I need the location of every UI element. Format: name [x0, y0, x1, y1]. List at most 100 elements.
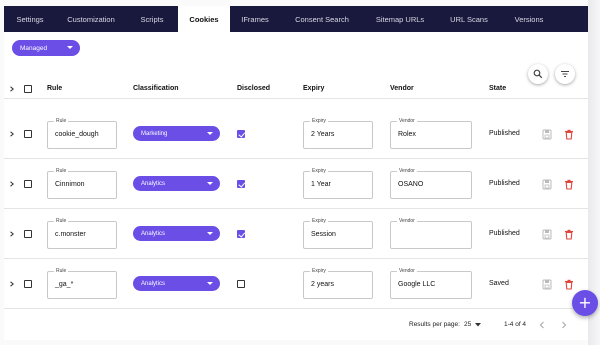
state-text: Published [489, 230, 520, 237]
save-icon[interactable] [542, 279, 552, 290]
chevron-right-icon[interactable] [9, 281, 15, 287]
rule-field[interactable]: Rule _ga_* [47, 268, 117, 299]
tab-settings[interactable]: Settings [4, 6, 56, 32]
tab-customization[interactable]: Customization [56, 6, 126, 32]
disclosed-checkbox[interactable] [237, 230, 245, 238]
expiry-field-label: Expiry [310, 218, 328, 225]
tab-iframes[interactable]: IFrames [230, 6, 280, 32]
column-header-rule[interactable]: Rule [47, 85, 62, 92]
row-checkbox[interactable] [24, 230, 32, 238]
tab-versions[interactable]: Versions [502, 6, 556, 32]
chevron-down-icon [207, 232, 213, 235]
expiry-field[interactable]: Expiry 2 years [303, 268, 373, 299]
results-per-page-label: Results per page: [409, 321, 460, 328]
rule-value: c.monster [55, 231, 86, 238]
vendor-value: Rolex [398, 131, 416, 138]
expiry-field-label: Expiry [310, 268, 328, 275]
rule-field[interactable]: Rule cookie_dough [47, 118, 117, 149]
chevron-down-icon [207, 132, 213, 135]
save-icon[interactable] [542, 179, 552, 190]
tab-consent-search[interactable]: Consent Search [280, 6, 364, 32]
chevron-down-icon [67, 46, 73, 49]
vendor-field[interactable]: Vendor [390, 218, 472, 249]
expiry-value: 2 years [311, 281, 334, 288]
disclosed-checkbox[interactable] [237, 180, 245, 188]
delete-icon[interactable] [564, 129, 574, 140]
column-header-disclosed[interactable]: Disclosed [237, 85, 270, 92]
state-text: Published [489, 130, 520, 137]
state-text: Saved [489, 280, 509, 287]
column-header-classification[interactable]: Classification [133, 85, 179, 92]
chevron-down-icon [207, 282, 213, 285]
rule-field-label: Rule [54, 118, 69, 125]
pagination-range: 1-4 of 4 [504, 321, 527, 328]
cookies-panel: Managed Rule Classification Disclosed Ex… [4, 32, 588, 340]
classification-select[interactable]: Analytics [133, 176, 220, 191]
column-header-vendor[interactable]: Vendor [390, 85, 414, 92]
managed-filter-select[interactable]: Managed [12, 40, 80, 56]
classification-select[interactable]: Analytics [133, 276, 220, 291]
vendor-value: Google LLC [398, 281, 436, 288]
delete-icon[interactable] [564, 179, 574, 190]
disclosed-checkbox[interactable] [237, 280, 245, 288]
search-icon [533, 69, 543, 79]
rule-field-label: Rule [54, 268, 69, 275]
rule-field[interactable]: Rule c.monster [47, 218, 117, 249]
table-pagination: Results per page: 25 1-4 of 4 [4, 312, 588, 340]
rule-value: _ga_* [55, 281, 74, 288]
select-all-checkbox[interactable] [24, 85, 32, 93]
column-header-state[interactable]: State [489, 85, 506, 92]
expiry-value: 2 Years [311, 131, 335, 138]
rule-value: cookie_dough [55, 131, 99, 138]
rule-field-label: Rule [54, 218, 69, 225]
chevron-right-icon[interactable] [561, 321, 567, 329]
chevron-left-icon[interactable] [539, 321, 545, 329]
vendor-field[interactable]: Vendor OSANO [390, 168, 472, 199]
row-checkbox[interactable] [24, 280, 32, 288]
chevron-right-icon[interactable] [9, 231, 15, 237]
row-checkbox[interactable] [24, 180, 32, 188]
delete-icon[interactable] [564, 229, 574, 240]
chevron-down-icon[interactable] [475, 323, 481, 327]
chevron-right-icon[interactable] [9, 131, 15, 137]
results-per-page-select[interactable]: 25 [464, 321, 471, 328]
expiry-field[interactable]: Expiry 2 Years [303, 118, 373, 149]
vendor-value: OSANO [398, 181, 424, 188]
expiry-field[interactable]: Expiry Session [303, 218, 373, 249]
rule-field[interactable]: Rule Cinnimon [47, 168, 117, 199]
classification-value: Analytics [141, 280, 166, 287]
chevron-down-icon [207, 182, 213, 185]
vendor-field[interactable]: Vendor Google LLC [390, 268, 472, 299]
classification-select[interactable]: Marketing [133, 126, 220, 141]
tab-cookies[interactable]: Cookies [178, 6, 230, 32]
rule-value: Cinnimon [55, 181, 85, 188]
table-row: Rule Cinnimon Analytics Expiry 1 Year Ve… [4, 159, 588, 209]
disclosed-checkbox[interactable] [237, 130, 245, 138]
expiry-value: Session [311, 231, 336, 238]
save-icon[interactable] [542, 229, 552, 240]
table-row: Rule c.monster Analytics Expiry Session … [4, 209, 588, 259]
tab-scripts[interactable]: Scripts [126, 6, 178, 32]
tab-url-scans[interactable]: URL Scans [436, 6, 502, 32]
vendor-field-label: Vendor [397, 168, 417, 175]
managed-filter-value: Managed [20, 44, 48, 52]
vendor-field[interactable]: Vendor Rolex [390, 118, 472, 149]
page: Settings Customization Scripts Cookies I… [0, 0, 600, 345]
plus-icon: + [578, 293, 592, 312]
column-header-expiry[interactable]: Expiry [303, 85, 324, 92]
chevron-right-icon[interactable] [9, 181, 15, 187]
expiry-field-label: Expiry [310, 118, 328, 125]
vendor-field-label: Vendor [397, 218, 417, 225]
tab-sitemap-urls[interactable]: Sitemap URLs [364, 6, 436, 32]
chevron-right-icon[interactable] [9, 86, 15, 92]
table-row: Rule cookie_dough Marketing Expiry 2 Yea… [4, 109, 588, 159]
classification-value: Marketing [141, 130, 168, 137]
add-cookie-button[interactable]: + [572, 290, 598, 316]
delete-icon[interactable] [564, 279, 574, 290]
row-checkbox[interactable] [24, 130, 32, 138]
tab-bar: Settings Customization Scripts Cookies I… [4, 6, 588, 32]
expiry-field[interactable]: Expiry 1 Year [303, 168, 373, 199]
vendor-field-label: Vendor [397, 118, 417, 125]
classification-select[interactable]: Analytics [133, 226, 220, 241]
save-icon[interactable] [542, 129, 552, 140]
